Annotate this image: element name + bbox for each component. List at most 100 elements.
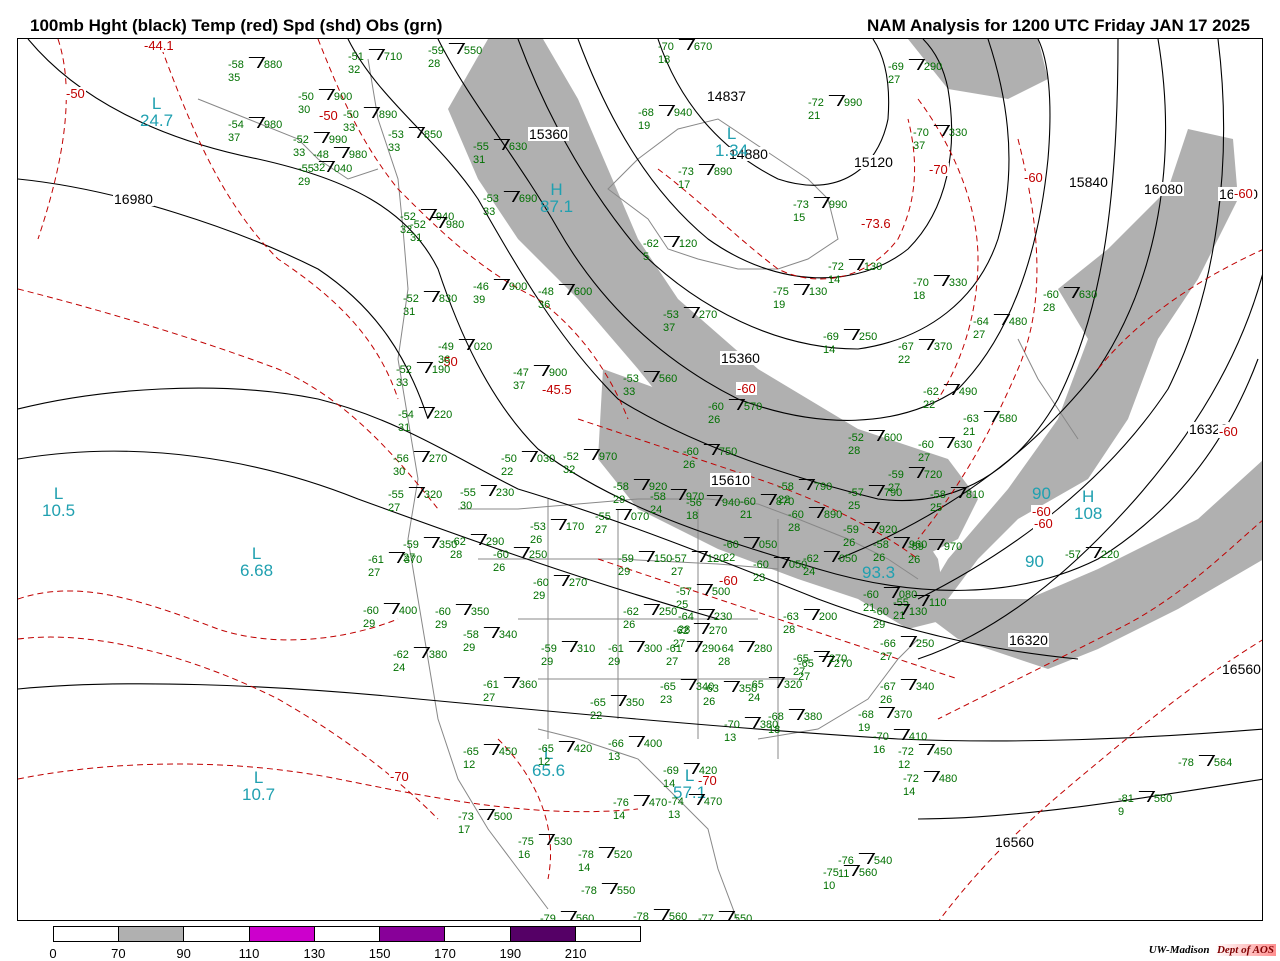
legend-tick-label: 130	[303, 946, 326, 961]
station-dewpoint-depression: 15	[793, 212, 806, 224]
wind-barb-icon	[680, 641, 704, 652]
wind-barb-icon	[717, 681, 741, 692]
wind-barb-icon	[822, 95, 846, 106]
station-height: 250	[528, 549, 548, 561]
station-height: 200	[818, 611, 838, 623]
station-plot: -53 690 33	[483, 191, 537, 219]
station-temp: -72	[808, 97, 824, 109]
pressure-center: L 10.5	[42, 484, 76, 520]
station-dewpoint-depression: 14	[663, 778, 676, 790]
station-height: 710	[383, 51, 403, 63]
legend-swatch	[314, 927, 381, 941]
station-dewpoint-depression: 37	[228, 132, 241, 144]
station-dewpoint-depression: 27	[483, 692, 496, 704]
wind-barb-icon	[697, 444, 721, 455]
wind-barb-icon	[362, 49, 386, 60]
station-dewpoint-depression: 12	[538, 756, 551, 768]
station-temp: -58	[873, 539, 889, 551]
station-temp: -69	[888, 61, 904, 73]
station-height: 570	[743, 401, 763, 413]
wind-barb-icon	[555, 641, 579, 652]
station-plot: -62 120 5	[643, 236, 697, 264]
station-plot: -78 550	[581, 883, 635, 898]
wind-barb-icon	[700, 495, 724, 506]
wind-barb-icon	[402, 487, 426, 498]
wind-barb-icon	[732, 641, 756, 652]
station-temp: -68	[858, 709, 874, 721]
station-dewpoint-depression: 25	[848, 500, 861, 512]
station-height: 420	[698, 765, 718, 777]
station-dewpoint-depression: 10	[823, 880, 836, 892]
wind-barb-icon	[410, 362, 434, 373]
legend-swatch	[445, 927, 511, 941]
station-height: 670	[693, 41, 713, 53]
station-dewpoint-depression: 33	[388, 142, 401, 154]
station-temp: -58	[778, 481, 794, 493]
wind-barb-icon	[622, 641, 646, 652]
station-plot: -78 560	[633, 909, 687, 920]
station-height: 120	[678, 238, 698, 250]
station-temp: -52	[396, 364, 412, 376]
station-plot: -46 900 39	[473, 279, 527, 307]
station-height: 970	[943, 541, 963, 553]
station-temp: -59	[908, 541, 924, 553]
station-dewpoint-depression: 27	[973, 329, 986, 341]
station-height: 370	[933, 341, 953, 353]
station-plot: -59 310 29	[541, 641, 595, 669]
height-label: 15610	[710, 472, 751, 488]
station-dewpoint-depression: 35	[228, 72, 241, 84]
station-plot: -60 750 26	[683, 444, 737, 472]
station-temp: -52	[563, 451, 579, 463]
wind-barb-icon	[327, 147, 351, 158]
station-plot: -70 330 18	[913, 275, 967, 303]
station-temp: -64	[678, 611, 694, 623]
station-height: 380	[803, 711, 823, 723]
station-plot: -60 630 28	[1043, 287, 1097, 315]
station-height: 250	[915, 638, 935, 650]
station-temp: -58	[650, 491, 666, 503]
wind-barb-icon	[682, 794, 706, 805]
station-dewpoint-depression: 21	[740, 509, 753, 521]
wind-barb-icon	[782, 709, 806, 720]
station-dewpoint-depression: 14	[578, 862, 591, 874]
station-temp: -48	[313, 149, 329, 161]
station-height: 690	[518, 193, 538, 205]
station-plot: -72 990 21	[808, 95, 862, 123]
wind-barb-icon	[807, 197, 831, 208]
station-height: 630	[953, 439, 973, 451]
station-height: 170	[565, 521, 585, 533]
wind-barb-icon	[507, 547, 531, 558]
station-temp: -65	[748, 679, 764, 691]
wind-barb-icon	[807, 651, 831, 662]
wind-barb-icon	[977, 411, 1001, 422]
wind-barb-icon	[690, 584, 714, 595]
station-dewpoint-depression: 26	[683, 459, 696, 471]
station-height: 190	[431, 364, 451, 376]
legend-swatch	[54, 927, 120, 941]
station-temp: -72	[903, 773, 919, 785]
station-temp: -67	[898, 341, 914, 353]
station-height: 150	[653, 553, 673, 565]
station-height: 220	[1100, 549, 1120, 561]
station-dewpoint-depression: 9	[1118, 806, 1125, 818]
station-height: 400	[398, 605, 418, 617]
station-temp: -60	[753, 559, 769, 571]
station-height: 230	[713, 611, 733, 623]
temperature-label: -60	[1233, 186, 1254, 201]
station-temp: -79	[540, 913, 556, 921]
station-dewpoint-depression: 18	[686, 510, 699, 522]
wind-barb-icon	[609, 509, 633, 520]
station-dewpoint-depression: 33	[623, 386, 636, 398]
wind-barb-icon	[687, 623, 711, 634]
station-height: 790	[813, 481, 833, 493]
station-plot: -78 520 14	[578, 847, 632, 875]
station-dewpoint-depression: 28	[848, 445, 861, 457]
wind-barb-icon	[312, 161, 336, 172]
station-temp: -70	[873, 731, 889, 743]
station-dewpoint-depression: 16	[518, 849, 531, 861]
station-height: 320	[423, 489, 443, 501]
wind-barb-icon	[622, 736, 646, 747]
station-height: 480	[1008, 316, 1028, 328]
station-dewpoint-depression: 30	[393, 466, 406, 478]
wind-barb-icon	[837, 329, 861, 340]
